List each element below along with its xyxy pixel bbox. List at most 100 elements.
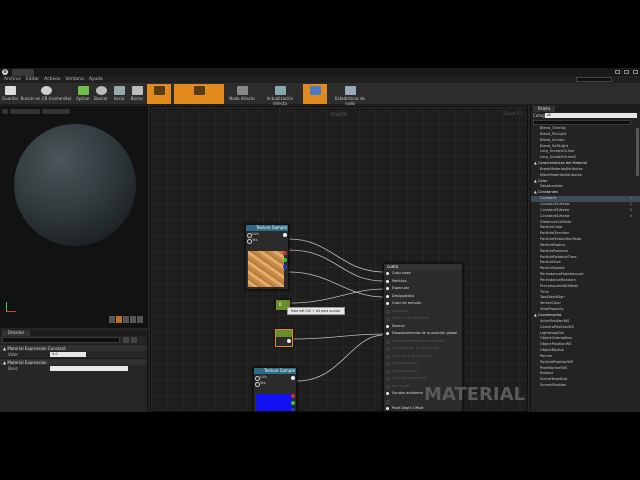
texture-sample-node-1[interactable]: Texture Sample UVs Tex [245, 224, 289, 290]
palette-item[interactable]: ScreenPosition [531, 383, 640, 389]
material-input-pin[interactable]: Opacidad [384, 308, 462, 316]
output-pin-rgb[interactable] [283, 233, 287, 237]
input-pin-tex[interactable]: Tex [246, 237, 288, 244]
category-select[interactable]: All [545, 113, 637, 118]
palette-list: Blend_Overlay Blend_PinLight Blend_Screen B… [531, 126, 640, 389]
unreal-logo-icon: U [2, 69, 8, 75]
live-node-icon [236, 86, 248, 95]
view-options-icon[interactable] [123, 337, 129, 343]
show-button[interactable] [42, 109, 70, 114]
node-title [276, 330, 292, 337]
input-pin-tex[interactable]: Tex [254, 380, 296, 387]
magnifier-icon [40, 86, 52, 95]
live-update-button[interactable]: Actualización directa [260, 84, 300, 106]
output-pin[interactable] [287, 339, 291, 343]
material-input-pin[interactable]: Especular [384, 285, 462, 293]
toggle-button-1[interactable] [147, 84, 171, 104]
view-mode-button[interactable] [10, 109, 40, 114]
home-button[interactable]: Inicio [111, 84, 127, 104]
material-input-pin[interactable]: Pixel Depth Offset [384, 405, 462, 411]
blue-texture-thumbnail [256, 394, 292, 411]
constant-node-2-selected[interactable] [275, 329, 293, 347]
output-pin-g[interactable] [291, 401, 295, 405]
stats-icon [344, 86, 356, 95]
toolbar: Guardar Buscar en CB (contenido) Aplicar… [0, 83, 640, 106]
teapot-icon[interactable] [137, 316, 143, 323]
realtime-icon [309, 86, 321, 95]
menu-ayuda[interactable]: Ayuda [89, 77, 103, 82]
material-input-pin[interactable]: Color de subsuperficie [384, 353, 462, 361]
connectors-icon [153, 86, 165, 95]
binoculars-icon [95, 86, 107, 95]
material-input-pin[interactable]: Desplazamiento de la mundial [384, 338, 462, 346]
clean-button[interactable]: Borrar [129, 84, 145, 104]
broom-icon [131, 86, 143, 95]
wood-texture-thumbnail [248, 251, 284, 287]
menu-bar: Archivo Editar Activos Ventana Ayuda [0, 76, 640, 83]
cylinder-icon[interactable] [109, 316, 115, 323]
eye-icon[interactable] [131, 337, 137, 343]
menu-activos[interactable]: Activos [44, 77, 60, 82]
material-input-pin[interactable]: Color base [384, 270, 462, 278]
value-input[interactable]: 0.0 [50, 352, 86, 357]
cube-icon[interactable] [130, 316, 136, 323]
output-pin-g[interactable] [283, 258, 287, 262]
category-row: Categoría All [531, 112, 640, 119]
palette-search-row [531, 119, 640, 126]
output-pin-rgb[interactable] [291, 376, 295, 380]
toggle-button-2[interactable] [174, 84, 224, 104]
plane-icon[interactable] [123, 316, 129, 323]
material-input-pin[interactable]: Normal [384, 323, 462, 331]
sphere-icon[interactable] [116, 316, 122, 323]
live-node-button[interactable]: Nodo directo [226, 84, 258, 104]
close-icon[interactable] [633, 70, 638, 74]
menu-ventana[interactable]: Ventana [65, 77, 83, 82]
apply-button[interactable]: Aplicar [75, 84, 91, 104]
material-input-pin[interactable]: Color de emisión [384, 300, 462, 308]
toggle-button-3[interactable] [303, 84, 327, 104]
texture-sample-node-2[interactable]: Texture Sample UVs Tex [253, 367, 297, 411]
output-pin-r[interactable] [291, 394, 295, 398]
material-input-pin[interactable]: Personalizado0 [384, 360, 462, 368]
output-pin-b[interactable] [291, 408, 295, 411]
desc-input[interactable] [50, 366, 128, 371]
material-input-pin[interactable]: Personalizado1 [384, 368, 462, 376]
title-bar: U [0, 68, 640, 76]
find-in-cb-button[interactable]: Buscar en CB (contenido) [20, 84, 72, 104]
minimize-icon[interactable] [615, 70, 620, 74]
save-button[interactable]: Guardar [2, 84, 18, 104]
material-input-pin[interactable]: Oclusión ambiental [384, 375, 462, 383]
details-search-input[interactable] [2, 337, 120, 343]
output-pin-b[interactable] [283, 265, 287, 269]
section-material-expression[interactable]: ▲ Material Expression [0, 358, 147, 365]
material-graph[interactable]: cuero Zoom 1:1 Texture Sample UVs Tex 0 … [150, 106, 528, 412]
maximize-icon[interactable] [624, 70, 629, 74]
property-value: Valor 0.0 [0, 351, 147, 358]
section-expression-constant[interactable]: ▲ Material Expression Constant [0, 344, 147, 351]
preview-mesh-icons [109, 316, 143, 323]
output-pin-r[interactable] [283, 251, 287, 255]
menu-editar[interactable]: Editar [26, 77, 39, 82]
axis-gizmo-icon [6, 302, 16, 312]
save-icon [4, 86, 16, 95]
search-button[interactable]: Buscar [93, 84, 109, 104]
material-input-pin[interactable]: Metálico [384, 278, 462, 286]
wires [288, 238, 385, 382]
material-input-pin[interactable]: Desplazamiento de la posición global [384, 330, 462, 338]
window-controls [615, 68, 638, 76]
viewport-menu-icon[interactable] [2, 109, 8, 114]
preview-viewport[interactable] [0, 106, 148, 328]
menu-archivo[interactable]: Archivo [4, 77, 21, 82]
node-stats-button[interactable]: Estadísticas de nodo [330, 84, 370, 106]
material-editor-window: U Archivo Editar Activos Ventana Ayuda G… [0, 68, 640, 412]
material-watermark: MATERIAL [424, 384, 525, 405]
document-tab[interactable] [12, 69, 34, 76]
material-input-pin[interactable]: Multiplicador de teselación [384, 345, 462, 353]
material-input-pin[interactable]: Máscara de opacidad [384, 315, 462, 323]
tooltip: Hold left Ctrl + Alt para ocultar [287, 307, 345, 315]
material-input-pin[interactable]: Desigualdad [384, 293, 462, 301]
property-desc: Desc [0, 365, 147, 372]
palette-search-input[interactable] [533, 120, 631, 125]
help-search-input[interactable] [576, 77, 612, 82]
palette-scrollbar[interactable] [636, 128, 639, 176]
